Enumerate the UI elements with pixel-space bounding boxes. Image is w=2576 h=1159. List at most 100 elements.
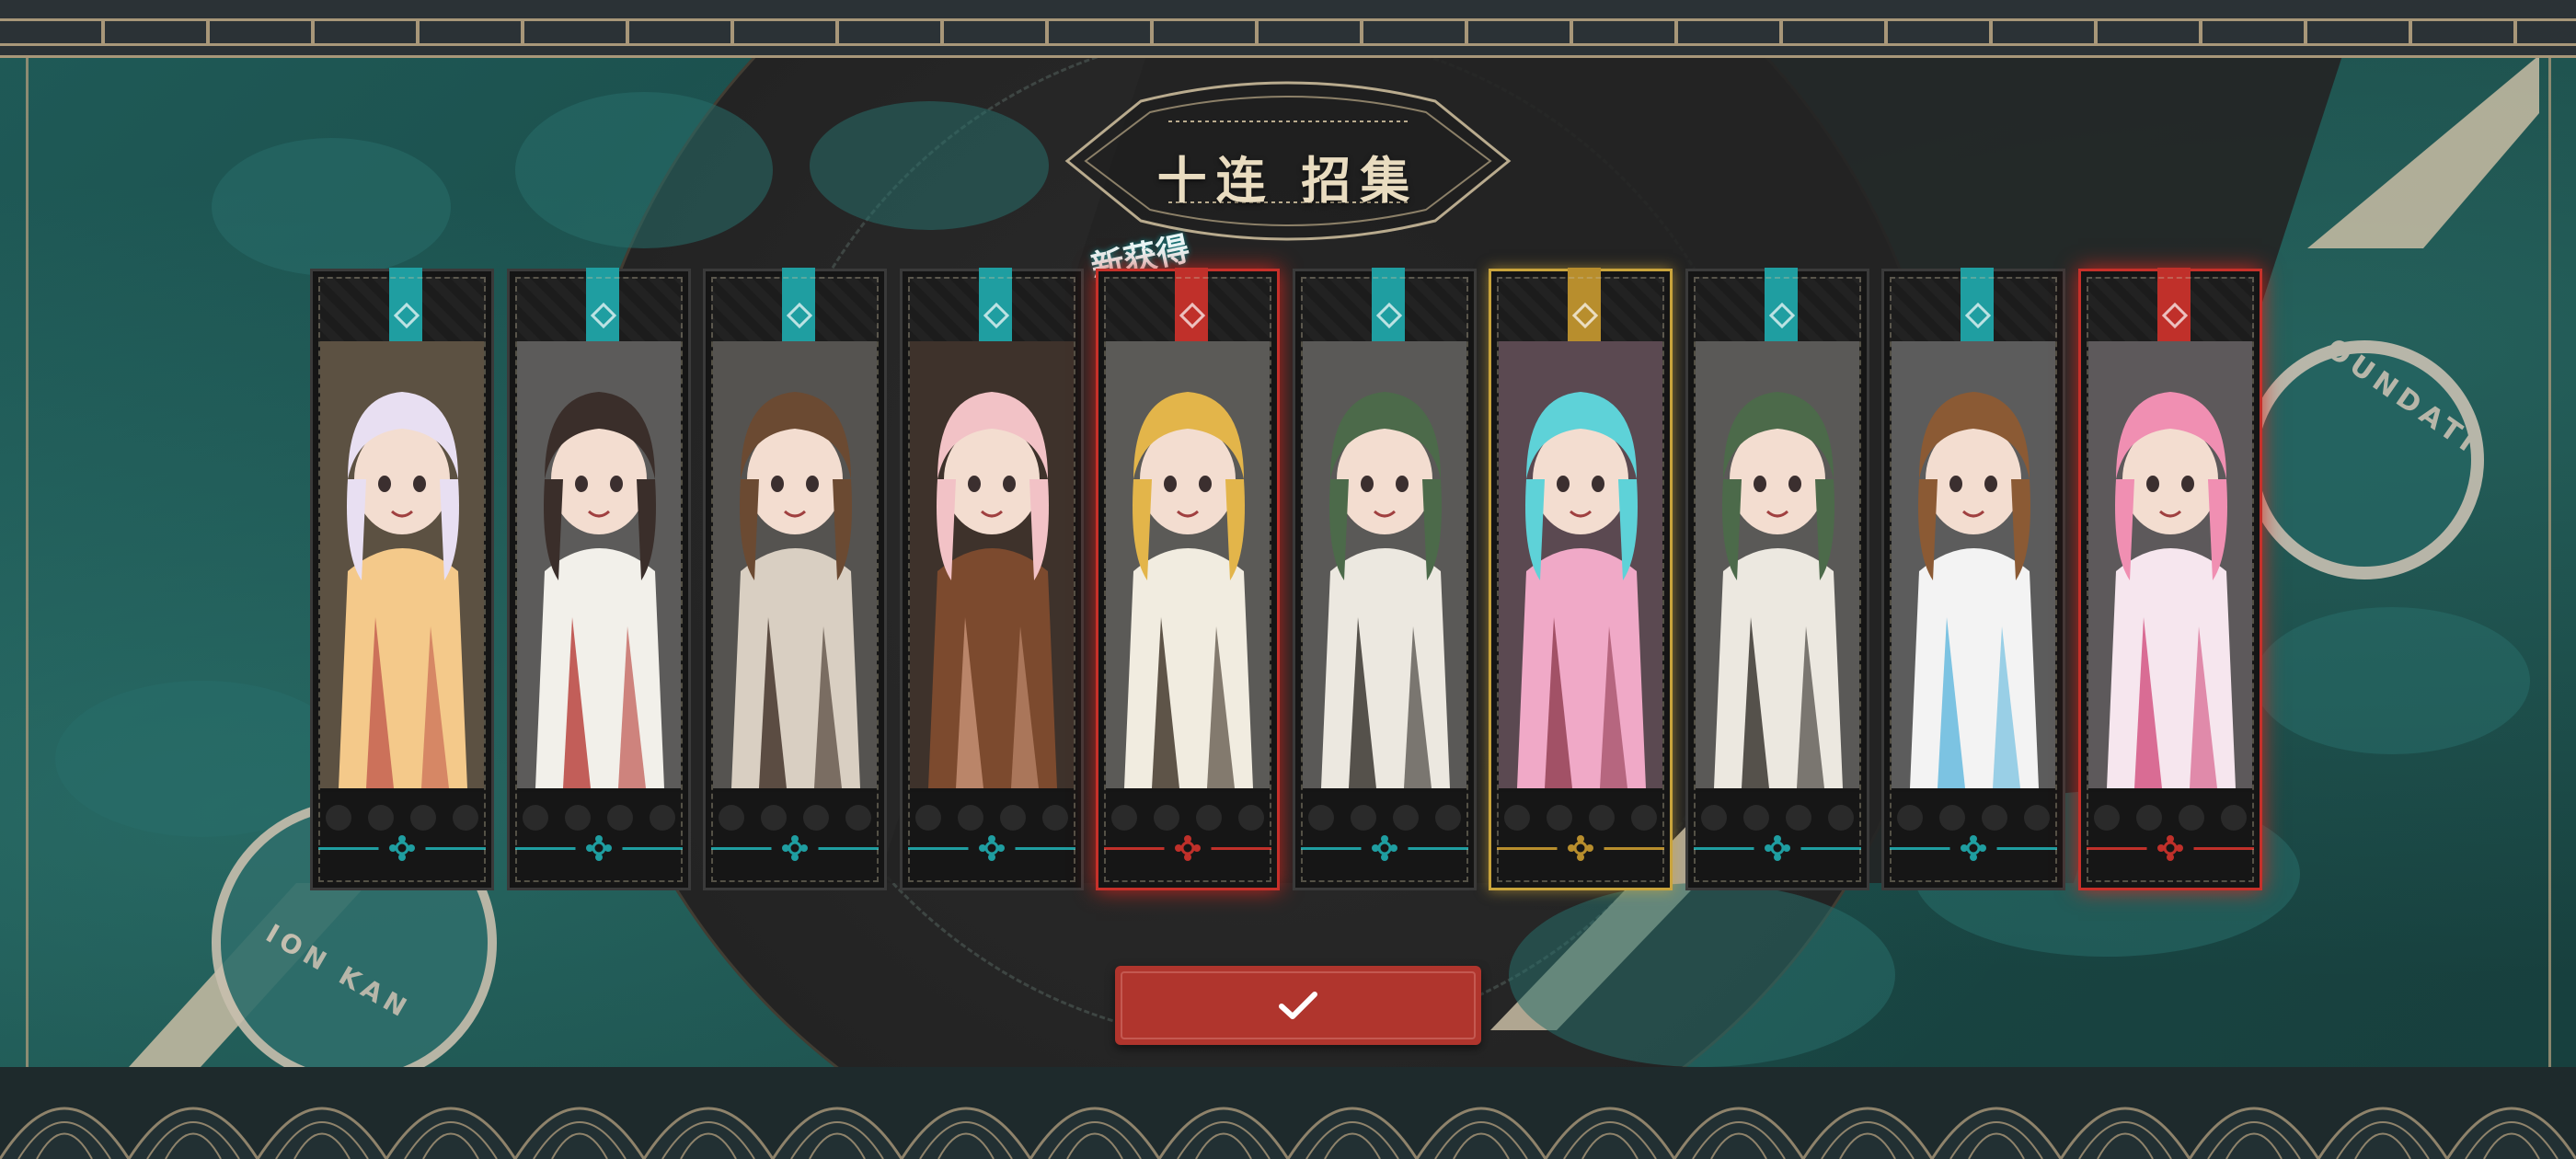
card-footer	[1300, 792, 1468, 884]
character-portrait	[1892, 341, 2055, 788]
slot-dot	[957, 805, 983, 831]
slot-dot	[1700, 805, 1727, 831]
character-card[interactable]	[1685, 268, 1869, 890]
character-portrait	[320, 341, 484, 788]
slot-dot	[2024, 805, 2050, 831]
card-footer	[1890, 792, 2057, 884]
character-card[interactable]	[703, 268, 887, 890]
slot-dot	[1631, 805, 1657, 831]
check-icon	[1279, 992, 1317, 1019]
slot-dot	[2220, 805, 2247, 831]
slot-dot	[719, 805, 744, 831]
rarity-tag	[585, 268, 619, 343]
card-footer	[1693, 792, 1861, 884]
character-portrait	[909, 341, 1074, 788]
slot-dot	[649, 805, 675, 831]
slot-dot	[1041, 805, 1068, 831]
slot-dot	[1238, 805, 1264, 831]
character-portrait	[1695, 341, 1859, 788]
card-footer	[1497, 792, 1664, 884]
top-border	[0, 0, 2576, 58]
card-row	[310, 268, 2270, 894]
flower-emblem-icon	[978, 835, 1005, 861]
flower-emblem-icon	[1175, 835, 1201, 861]
slot-dot	[914, 805, 941, 831]
character-portrait	[1499, 341, 1662, 788]
card-slots	[1700, 805, 1854, 831]
flower-emblem-icon	[1764, 835, 1790, 861]
slot-dot	[1196, 805, 1222, 831]
cloud-decoration	[1509, 883, 1895, 1067]
slot-dot	[326, 805, 351, 831]
card-footer	[318, 792, 486, 884]
frame-line-right	[2548, 55, 2551, 1159]
character-portrait	[516, 341, 681, 788]
card-slots	[1111, 805, 1264, 831]
card-footer	[514, 792, 683, 884]
slot-dot	[606, 805, 633, 831]
character-portrait	[1302, 341, 1466, 788]
slot-dot	[522, 805, 548, 831]
rarity-tag	[1764, 268, 1798, 343]
character-card[interactable]	[1096, 268, 1280, 890]
slot-dot	[564, 805, 591, 831]
card-footer	[907, 792, 1075, 884]
page-title: 十连 招集	[1156, 151, 1420, 210]
character-card[interactable]	[310, 268, 494, 890]
top-border-pattern	[0, 18, 2576, 46]
flower-emblem-icon	[1961, 835, 1986, 861]
card-slots	[326, 805, 478, 831]
flower-emblem-icon	[389, 835, 415, 861]
wave-border	[0, 1067, 2576, 1159]
character-card[interactable]	[506, 268, 691, 890]
card-slots	[914, 805, 1068, 831]
confirm-button[interactable]	[1115, 966, 1481, 1045]
frame-line-left	[26, 55, 29, 1159]
card-footer	[2086, 792, 2254, 884]
character-portrait	[713, 341, 877, 788]
slot-dot	[1742, 805, 1769, 831]
card-slots	[2093, 805, 2247, 831]
rarity-tag	[2156, 268, 2191, 343]
title-plaque: 十连 招集	[1058, 74, 1518, 248]
gacha-result-screen: ION KAN OUNDATI 十连 招集 新获得	[0, 0, 2576, 1159]
slot-dot	[410, 805, 436, 831]
slot-dot	[999, 805, 1026, 831]
rarity-tag	[782, 268, 815, 343]
slot-dot	[1307, 805, 1334, 831]
flower-emblem-icon	[1568, 835, 1593, 861]
slot-dot	[1547, 805, 1572, 831]
character-card[interactable]	[899, 268, 1084, 890]
foundation-seal-right: OUNDATI	[2245, 332, 2485, 580]
rarity-tag	[1371, 268, 1405, 343]
slot-dot	[803, 805, 829, 831]
rarity-tag	[978, 268, 1012, 343]
character-card[interactable]	[1292, 268, 1477, 890]
slot-dot	[368, 805, 394, 831]
rarity-tag	[1175, 268, 1208, 343]
character-card[interactable]	[2077, 268, 2262, 890]
flower-emblem-icon	[1371, 835, 1397, 861]
slot-dot	[2135, 805, 2162, 831]
slot-dot	[761, 805, 787, 831]
slot-dot	[1785, 805, 1811, 831]
cloud-decoration	[515, 92, 773, 248]
card-slots	[1504, 805, 1657, 831]
rarity-tag	[1568, 268, 1601, 343]
slot-dot	[1504, 805, 1530, 831]
character-card[interactable]	[1881, 268, 2065, 890]
cloud-decoration	[810, 101, 1049, 230]
slot-dot	[2178, 805, 2204, 831]
slot-dot	[453, 805, 478, 831]
slot-dot	[1350, 805, 1376, 831]
character-card[interactable]	[1489, 268, 1673, 890]
slot-dot	[1982, 805, 2007, 831]
slot-dot	[1897, 805, 1923, 831]
slot-dot	[1589, 805, 1615, 831]
card-footer	[1104, 792, 1271, 884]
slot-dot	[1434, 805, 1461, 831]
slot-dot	[2093, 805, 2120, 831]
card-footer	[711, 792, 879, 884]
flower-emblem-icon	[585, 835, 612, 861]
cloud-decoration	[212, 138, 451, 276]
